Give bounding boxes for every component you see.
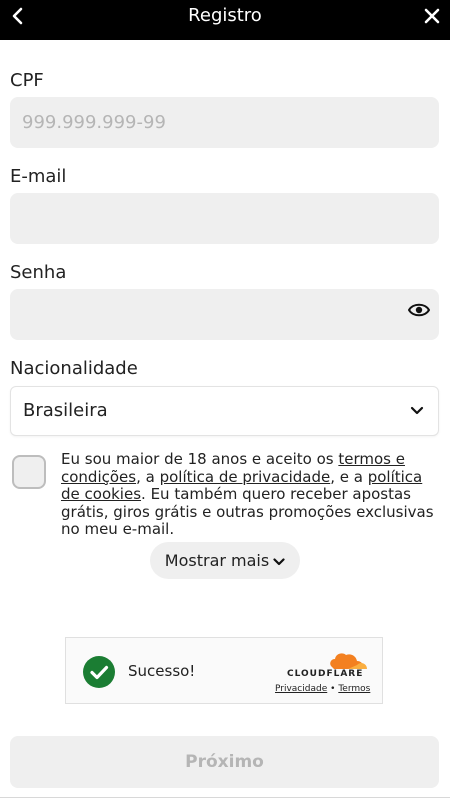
- chevron-down-icon: [273, 557, 285, 565]
- show-more-button[interactable]: Mostrar mais: [150, 542, 300, 579]
- close-icon[interactable]: [420, 4, 444, 28]
- nationality-value: Brasileira: [23, 400, 108, 421]
- captcha-widget: Sucesso! CLOUDFLARE Privacidade • Termos: [65, 637, 383, 704]
- captcha-privacy-link[interactable]: Privacidade: [275, 684, 327, 694]
- terms-text-part: Eu sou maior de 18 anos e aceito os: [61, 450, 339, 468]
- privacy-link[interactable]: política de privacidade: [160, 468, 331, 486]
- cloudflare-logo-icon: [330, 653, 367, 669]
- page-title: Registro: [188, 5, 262, 26]
- check-circle-icon: [83, 656, 115, 688]
- cpf-input[interactable]: [10, 97, 439, 148]
- bottom-divider: [0, 797, 450, 798]
- captcha-brand: CLOUDFLARE: [287, 669, 364, 679]
- nationality-select[interactable]: Brasileira: [10, 386, 439, 436]
- captcha-separator: •: [330, 684, 336, 694]
- show-more-label: Mostrar mais: [164, 551, 270, 570]
- terms-text-part: , e a: [330, 467, 368, 486]
- password-label: Senha: [10, 262, 67, 283]
- app-header: Registro: [0, 0, 450, 40]
- email-input[interactable]: [10, 193, 439, 244]
- cpf-label: CPF: [10, 70, 44, 91]
- chevron-down-icon: [410, 406, 424, 415]
- next-button[interactable]: Próximo: [10, 736, 439, 788]
- eye-icon[interactable]: [408, 302, 430, 318]
- terms-text: Eu sou maior de 18 anos e aceito os term…: [61, 450, 441, 539]
- email-label: E-mail: [10, 166, 67, 187]
- captcha-status: Sucesso!: [128, 662, 196, 680]
- password-input[interactable]: [10, 289, 439, 340]
- terms-checkbox[interactable]: [12, 455, 46, 489]
- captcha-terms-link[interactable]: Termos: [338, 684, 370, 694]
- captcha-links: Privacidade • Termos: [275, 684, 370, 694]
- terms-text-part: , a: [136, 467, 160, 486]
- nationality-label: Nacionalidade: [10, 358, 138, 379]
